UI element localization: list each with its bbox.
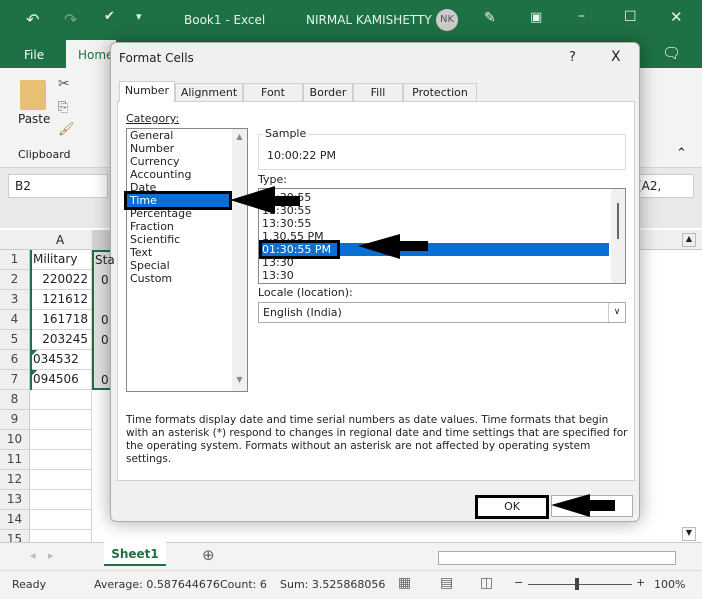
cell-b[interactable]: 0	[101, 333, 109, 347]
annotation-arrows	[230, 186, 615, 517]
cell-b[interactable]: 0	[101, 373, 109, 387]
cell-b[interactable]: 0	[101, 313, 109, 327]
tab-number[interactable]: Number	[119, 81, 175, 102]
arrow-to-type	[358, 234, 428, 259]
cell-b-header: Sta	[95, 253, 115, 267]
arrow-to-time	[230, 186, 300, 214]
arrow-to-ok	[551, 494, 615, 517]
cell-b[interactable]: 0	[101, 273, 109, 287]
